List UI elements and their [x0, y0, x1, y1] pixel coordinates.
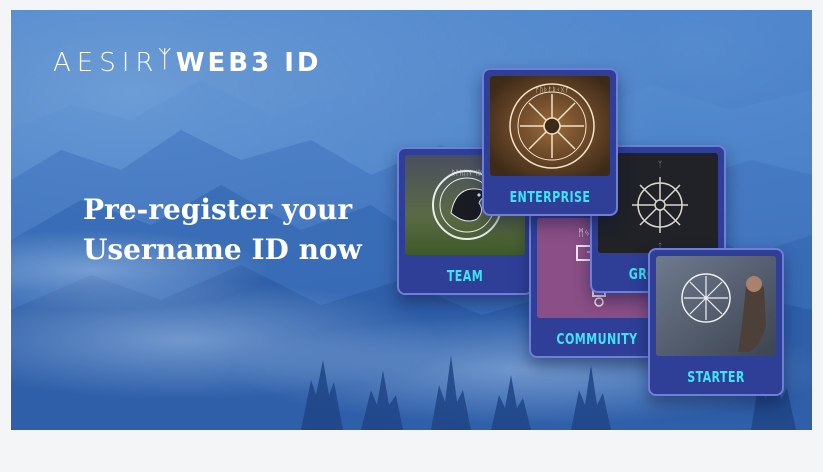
svg-text:ᚠᚢᚦᚨᚱᚲᚷᚹ: ᚠᚢᚦᚨᚱᚲᚷᚹ — [535, 86, 569, 94]
viking-figure-icon — [656, 256, 776, 356]
headline: Pre-register your Username ID now — [83, 190, 362, 270]
runic-compass-icon: ᚠᚢᚦᚨᚱᚲᚷᚹ — [490, 76, 610, 176]
card-starter: STARTER — [648, 248, 784, 396]
card-team-label: TEAM — [446, 267, 484, 285]
svg-text:ᛉ: ᛉ — [658, 160, 663, 169]
card-enterprise: ᚠᚢᚦᚨᚱᚲᚷᚹ ENTERPRISE — [482, 68, 618, 216]
headline-line-2: Username ID now — [83, 233, 362, 266]
card-starter-label: STARTER — [687, 368, 745, 386]
headline-line-1: Pre-register your — [83, 193, 353, 226]
brand-logo: AESIR ᛉ WEB3 ID — [53, 45, 322, 78]
brand-name-right: WEB3 ID — [175, 48, 322, 78]
brand-name-left: AESIR — [53, 48, 160, 78]
card-enterprise-label: ENTERPRISE — [509, 188, 591, 206]
card-community-label: COMMUNITY — [556, 330, 638, 348]
hero-banner: AESIR ᛉ WEB3 ID Pre-register your Userna… — [11, 10, 812, 430]
svg-text:ᚱᚨᚢᛖᚾ ᛁᛞ: ᚱᚨᚢᛖᚾ ᛁᛞ — [451, 169, 483, 177]
brand-rune-icon: ᛉ — [157, 45, 172, 73]
